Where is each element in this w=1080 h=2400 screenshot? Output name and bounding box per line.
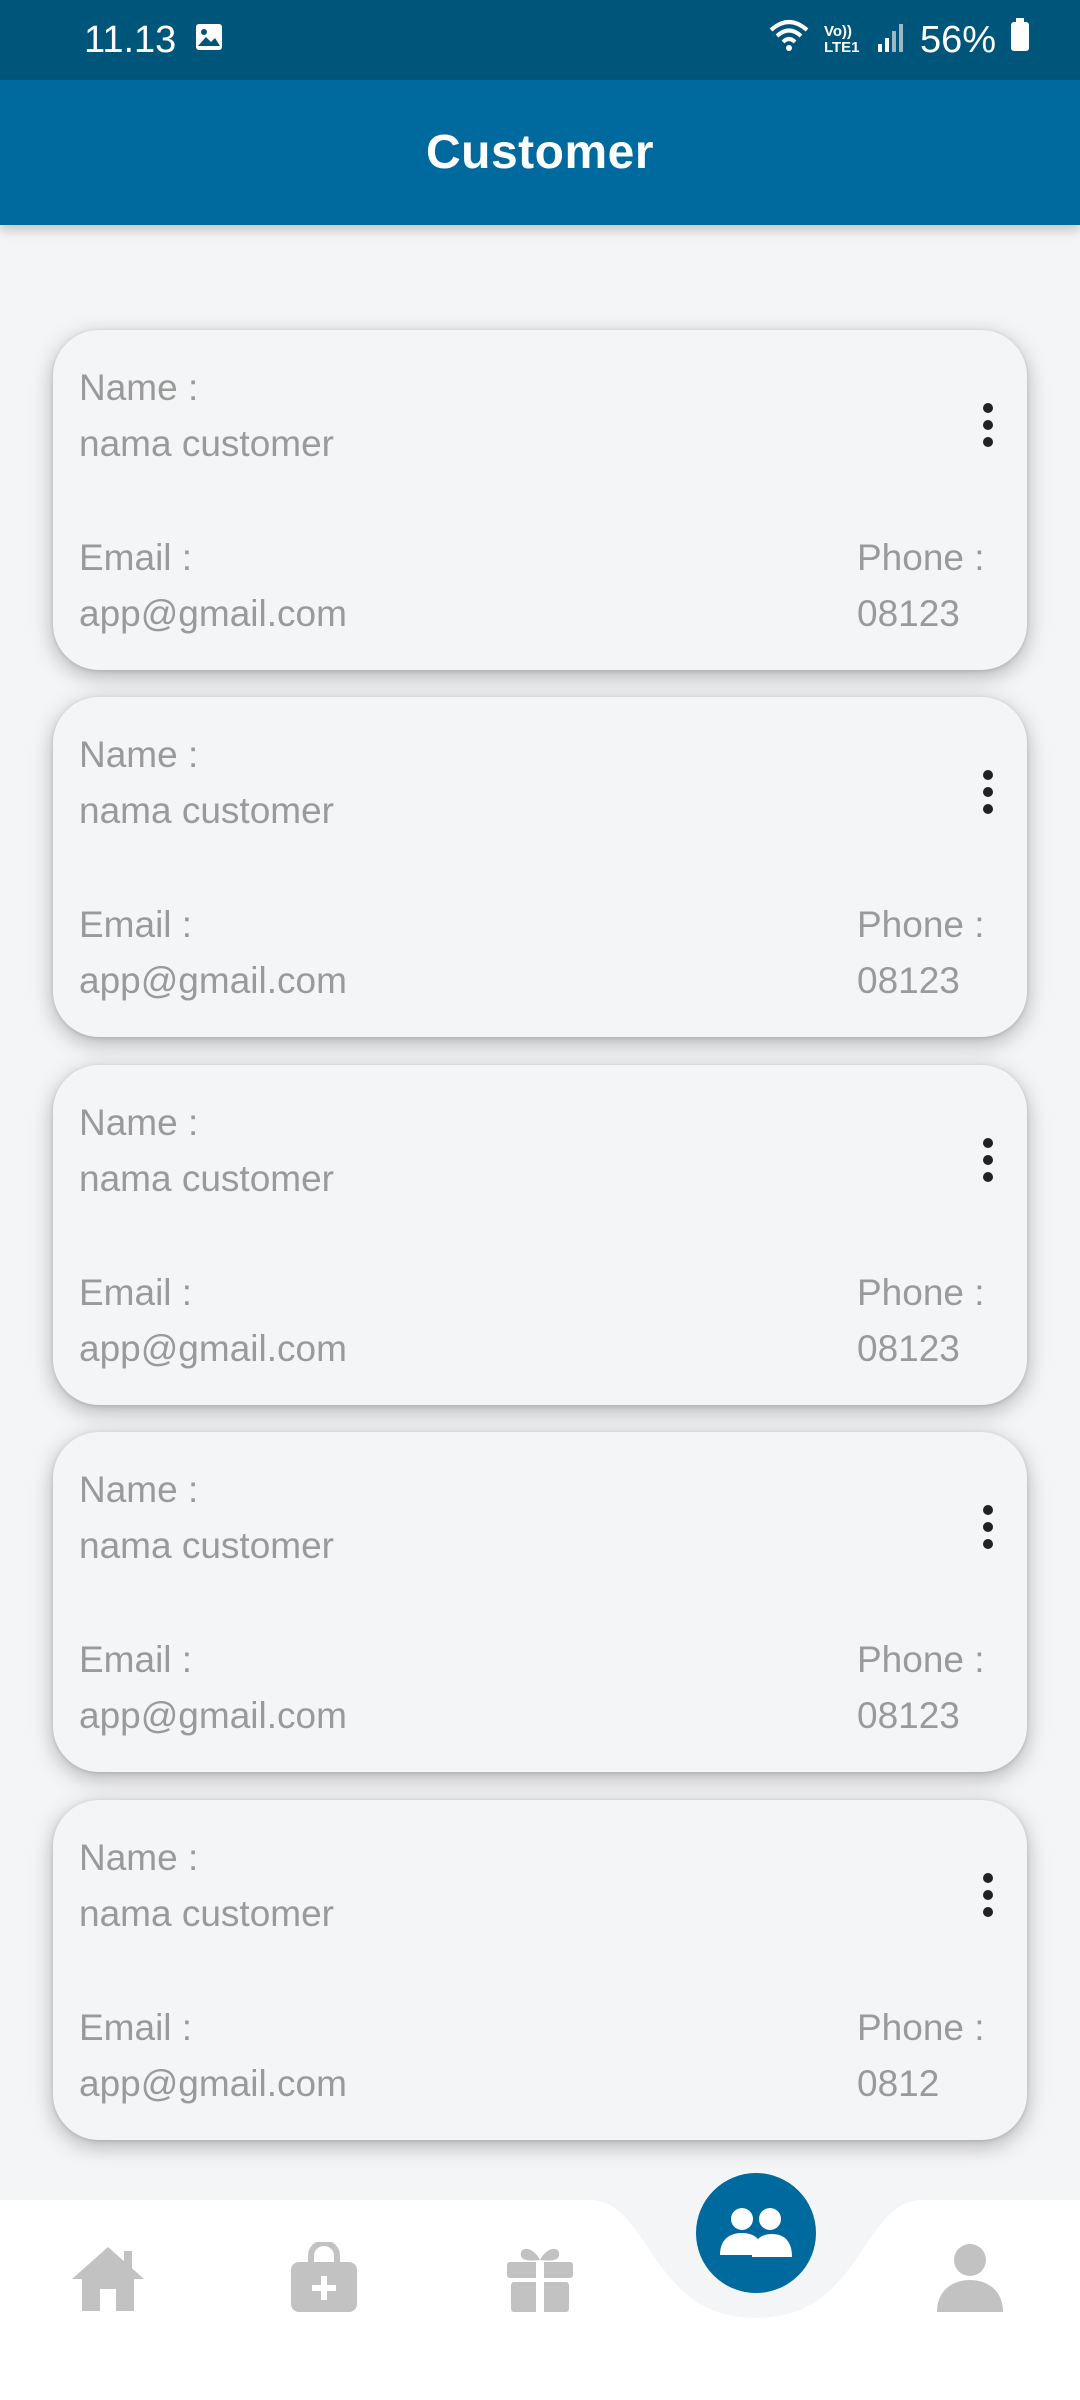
customer-email: app@gmail.com [79,1695,347,1736]
status-time: 11.13 [84,18,177,61]
email-label: Email : [79,1272,193,1313]
customer-card[interactable]: Name : nama customer Email : app@gmail.c… [53,1432,1027,1772]
nav-rewards[interactable] [500,2238,580,2318]
more-vert-icon [983,1505,993,1549]
customer-card[interactable]: Name : nama customer Email : app@gmail.c… [53,697,1027,1037]
customer-phone: 08123 [857,593,960,634]
nav-home[interactable] [68,2238,148,2318]
app-bar: Customer [0,80,1080,225]
customer-email: app@gmail.com [79,960,347,1001]
lte-indicator: Vo)) LTE1 [823,23,860,56]
customer-email: app@gmail.com [79,2063,347,2104]
phone-label: Phone : [857,1272,985,1313]
more-options-button[interactable] [953,757,1023,827]
customer-card[interactable]: Name : nama customer Email : app@gmail.c… [53,1800,1027,2140]
gift-icon [507,2248,573,2312]
phone-label: Phone : [857,904,985,945]
customer-phone: 08123 [857,1328,960,1369]
customer-name: nama customer [79,790,334,831]
more-options-button[interactable] [953,390,1023,460]
battery-level: 56% [919,18,996,61]
status-bar: 11.13 Vo)) LTE1 56% [0,0,1080,80]
email-label: Email : [79,2007,193,2048]
email-label: Email : [79,904,193,945]
battery-icon [1010,18,1030,62]
customer-name: nama customer [79,1893,334,1934]
signal-icon [876,19,906,62]
customer-name: nama customer [79,1158,334,1199]
more-vert-icon [983,1873,993,1917]
gallery-notification-icon [194,19,224,62]
more-vert-icon [983,770,993,814]
name-label: Name : [79,734,199,775]
customer-list[interactable]: Name : nama customer Email : app@gmail.c… [0,225,1080,2200]
customer-phone: 08123 [857,1695,960,1736]
more-vert-icon [983,1138,993,1182]
customer-email: app@gmail.com [79,1328,347,1369]
nav-profile[interactable] [930,2238,1010,2318]
phone-label: Phone : [857,537,985,578]
name-label: Name : [79,1837,199,1878]
wifi-icon [768,18,810,62]
nav-orders[interactable] [284,2238,364,2318]
phone-label: Phone : [857,1639,985,1680]
name-label: Name : [79,1469,199,1510]
more-options-button[interactable] [953,1492,1023,1562]
page-title: Customer [425,126,655,179]
email-label: Email : [79,537,193,578]
nav-customers[interactable] [696,2173,816,2293]
customer-card[interactable]: Name : nama customer Email : app@gmail.c… [53,330,1027,670]
home-icon [72,2247,144,2311]
more-options-button[interactable] [953,1125,1023,1195]
users-icon [720,2208,792,2257]
shopping-bag-plus-icon [291,2242,357,2312]
more-vert-icon [983,403,993,447]
customer-phone: 08123 [857,960,960,1001]
customer-card[interactable]: Name : nama customer Email : app@gmail.c… [53,1065,1027,1405]
name-label: Name : [79,1102,199,1143]
customer-name: nama customer [79,1525,334,1566]
customer-email: app@gmail.com [79,593,347,634]
user-icon [937,2244,1003,2312]
email-label: Email : [79,1639,193,1680]
phone-label: Phone : [857,2007,985,2048]
more-options-button[interactable] [953,1860,1023,1930]
customer-phone: 0812 [857,2063,940,2104]
name-label: Name : [79,367,199,408]
customer-name: nama customer [79,423,334,464]
